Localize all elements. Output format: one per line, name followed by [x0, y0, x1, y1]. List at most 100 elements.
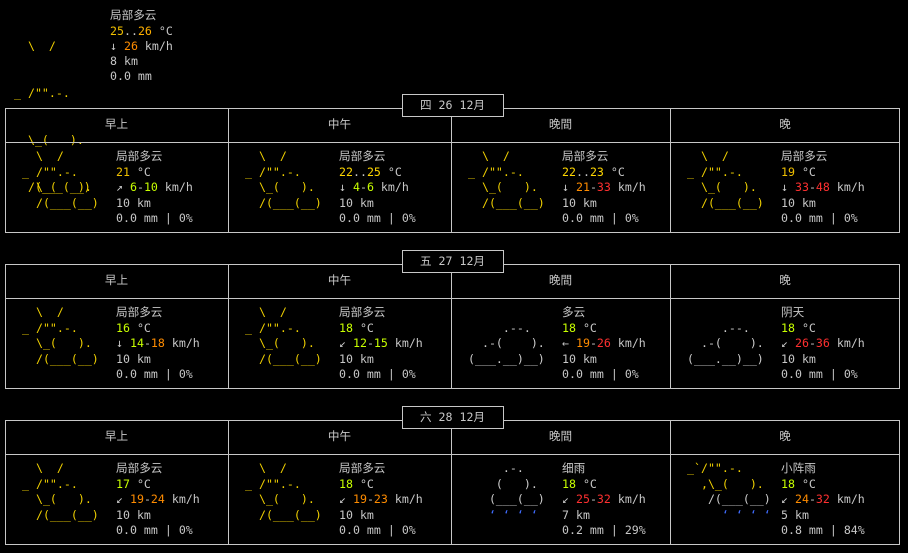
weather-art-icon: .--. .-( ). (___.__)__): [468, 305, 545, 367]
slot-wind: ↙ 25-32 km/h: [562, 492, 646, 507]
slot-temperature: 18 °C: [562, 320, 597, 335]
slot-visibility: 7 km: [562, 507, 590, 522]
art-line: _ /"".-.: [22, 320, 78, 335]
slot-temperature: 18 °C: [339, 320, 374, 335]
slot-description: 小阵雨: [781, 461, 816, 475]
period-label: 晚: [779, 117, 791, 131]
art-line: _ /"".-.: [245, 476, 301, 491]
slot-precipitation: 0.0 mm | 0%: [339, 211, 416, 226]
current-temperature: 25..26 °C: [110, 24, 173, 38]
art-line: \ /: [687, 149, 729, 163]
art-line: /(___(__): [245, 195, 322, 210]
art-line: \ /: [468, 149, 510, 163]
slot-visibility: 10 km: [339, 351, 374, 366]
art-line: \_( ).: [22, 336, 92, 351]
weather-art-icon: \ / _ /"".-. \_( ). /(___(__): [22, 149, 99, 211]
current-visibility: 8 km: [110, 54, 138, 68]
period-label: 晚間: [548, 429, 573, 443]
slot-description: 局部多云: [339, 461, 386, 475]
slot-description: 局部多云: [339, 149, 386, 163]
slot-description: 局部多云: [339, 305, 386, 319]
slot-precipitation: 0.0 mm | 0%: [339, 523, 416, 538]
slot-temperature: 18 °C: [339, 476, 374, 491]
slot-visibility: 10 km: [116, 507, 151, 522]
slot-precipitation: 0.0 mm | 0%: [781, 367, 858, 382]
slot-temperature: 17 °C: [116, 476, 151, 491]
art-line: (___.__)__): [468, 351, 545, 366]
slot-visibility: 10 km: [116, 195, 151, 210]
art-line: \_( ).: [245, 492, 315, 507]
art-line: /(___(__): [22, 507, 99, 522]
slot-precipitation: 0.8 mm | 84%: [781, 523, 865, 538]
slot-description: 多云: [562, 305, 586, 319]
art-line: /(___(__): [22, 195, 99, 210]
art-line: _ /"".-.: [22, 476, 78, 491]
period-label: 中午: [327, 429, 352, 443]
slot-wind: ↓ 33-48 km/h: [781, 180, 865, 195]
slot-wind: ↙ 19-23 km/h: [339, 492, 423, 507]
art-line: .-( ).: [468, 336, 545, 351]
slot-wind: ↓ 14-18 km/h: [116, 336, 200, 351]
art-line: ( ).: [468, 476, 538, 491]
art-line: \_( ).: [468, 180, 538, 195]
slot-temperature: 18 °C: [781, 476, 816, 491]
weather-art-icon: _`/"".-. ,\_( ). /(___(__) ‘ ‘ ‘ ‘: [687, 461, 771, 523]
period-label: 晚: [779, 273, 791, 287]
slot-description: 局部多云: [562, 149, 609, 163]
weather-art-icon: .-. ( ). (___(__) ‘ ‘ ‘ ‘: [468, 461, 545, 523]
slot-precipitation: 0.0 mm | 0%: [116, 367, 193, 382]
day-label: 五 27 12月: [401, 250, 504, 273]
slot-description: 局部多云: [116, 461, 163, 475]
slot-wind: ↗ 6-10 km/h: [116, 180, 193, 195]
header-divider: [5, 454, 900, 455]
slot-precipitation: 0.0 mm | 0%: [562, 367, 639, 382]
period-label: 晚: [779, 429, 791, 443]
period-label: 中午: [327, 117, 352, 131]
art-line: ,\_( ).: [687, 476, 764, 491]
slot-visibility: 10 km: [339, 195, 374, 210]
weather-art-icon: \ / _ /"".-. \_( ). /(___(__): [22, 305, 99, 367]
art-line: /(___(__): [245, 507, 322, 522]
slot-precipitation: 0.0 mm | 0%: [116, 211, 193, 226]
period-label: 早上: [104, 117, 129, 131]
slot-visibility: 10 km: [781, 351, 816, 366]
period-label: 早上: [104, 429, 129, 443]
art-line: \_( ).: [687, 180, 757, 195]
art-line: .--.: [687, 320, 750, 335]
slot-visibility: 10 km: [562, 195, 597, 210]
art-line: (___.__)__): [687, 351, 764, 366]
art-line: \_( ).: [245, 180, 315, 195]
art-line: \ /: [22, 149, 64, 163]
weather-art-icon: \ / _ /"".-. \_( ). /(___(__): [245, 149, 322, 211]
art-line: _ /"".-.: [245, 164, 301, 179]
slot-precipitation: 0.2 mm | 29%: [562, 523, 646, 538]
weather-art-icon: .--. .-( ). (___.__)__): [687, 305, 764, 367]
art-line: (___(__): [468, 492, 545, 507]
period-label: 早上: [104, 273, 129, 287]
weather-art-icon: \ / _ /"".-. \_( ). /(___(__): [687, 149, 764, 211]
slot-temperature: 19 °C: [781, 164, 816, 179]
current-description: 局部多云: [110, 8, 157, 22]
period-label: 中午: [327, 273, 352, 287]
slot-temperature: 22..23 °C: [562, 164, 625, 179]
current-wind: ↓ 26 km/h: [110, 39, 173, 53]
art-line: _ /"".-.: [245, 320, 301, 335]
art-line: _`/"".-.: [687, 461, 743, 475]
art-line: /(___(__): [687, 195, 764, 210]
art-line: /(___(__): [22, 351, 99, 366]
slot-temperature: 16 °C: [116, 320, 151, 335]
day-label: 四 26 12月: [401, 94, 504, 117]
slot-wind: ↙ 19-24 km/h: [116, 492, 200, 507]
slot-visibility: 10 km: [562, 351, 597, 366]
art-line: ‘ ‘ ‘ ‘: [687, 507, 771, 522]
slot-description: 细雨: [562, 461, 586, 475]
art-line: /(___(__): [468, 195, 545, 210]
slot-visibility: 5 km: [781, 507, 809, 522]
slot-precipitation: 0.0 mm | 0%: [116, 523, 193, 538]
art-line: _ /"".-.: [22, 164, 78, 179]
slot-wind: ↙ 26-36 km/h: [781, 336, 865, 351]
art-line: \ /: [22, 305, 64, 319]
art-line: .-( ).: [687, 336, 764, 351]
art-line: \_( ).: [22, 492, 92, 507]
period-label: 晚間: [548, 117, 573, 131]
